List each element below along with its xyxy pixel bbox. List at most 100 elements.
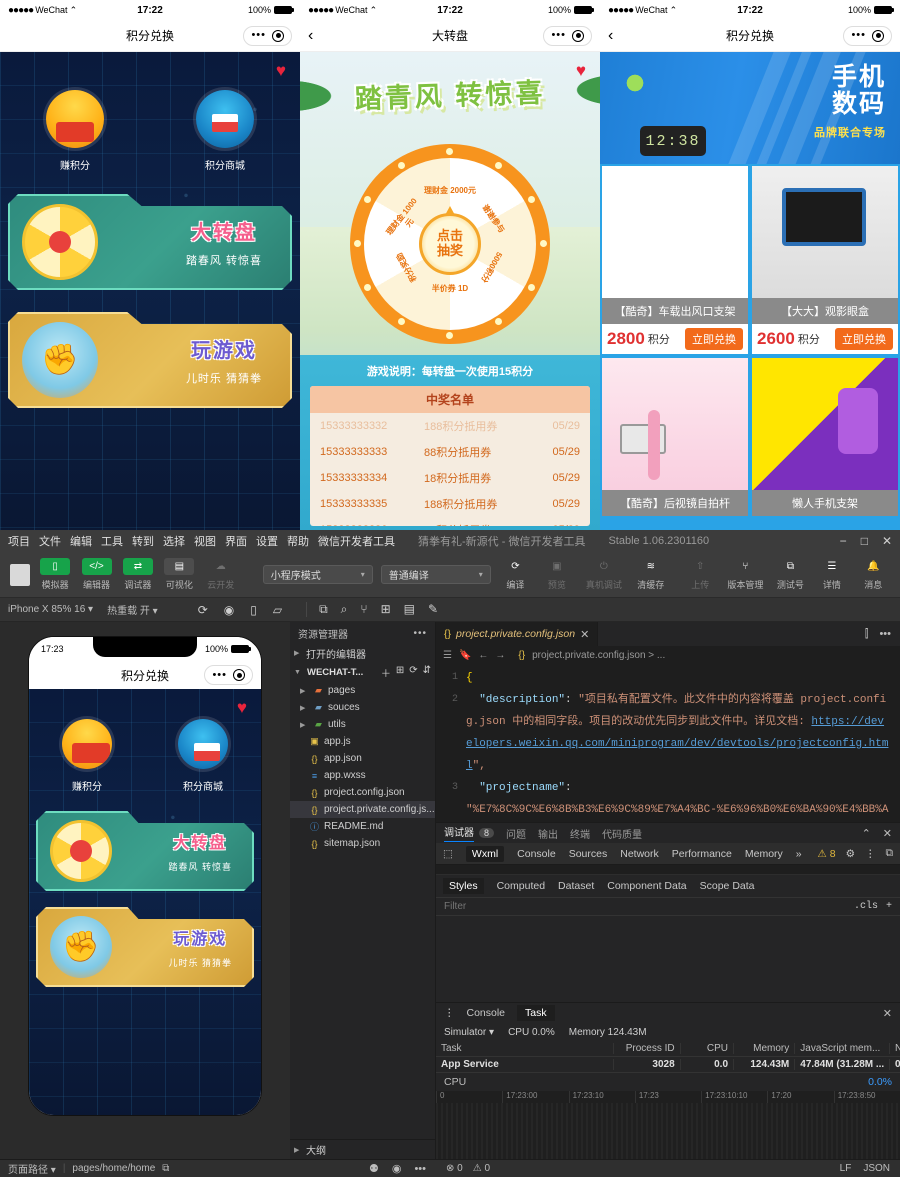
card-play-game[interactable]: 玩游戏 儿时乐 猜猜拳 xyxy=(8,312,292,408)
gear-icon[interactable]: ⚙ xyxy=(846,848,855,860)
menu-item-ui[interactable]: 界面 xyxy=(225,533,247,549)
toolbar-editor-toggle[interactable]: </> 编辑器 xyxy=(80,558,113,591)
toolbar-clearcache-button[interactable]: ≋ 清缓存 xyxy=(634,558,667,591)
card-play-game[interactable]: 玩游戏 儿时乐 猜猜拳 xyxy=(36,907,254,987)
split-icon[interactable]: ⫿ xyxy=(865,628,869,641)
forward-icon[interactable]: → xyxy=(495,650,505,661)
target-icon[interactable] xyxy=(233,669,245,681)
page-path-value[interactable]: pages/home/home xyxy=(72,1163,155,1174)
redeem-button[interactable]: 立即兑换 xyxy=(685,328,743,350)
wxml-tree-area[interactable] xyxy=(436,865,900,875)
tab-problems[interactable]: 问题 xyxy=(506,826,526,841)
phone-outline-icon[interactable]: ▯ xyxy=(250,603,257,617)
menu-item-devtools[interactable]: 微信开发者工具 xyxy=(318,533,395,549)
more-icon[interactable]: ••• xyxy=(414,1163,426,1175)
phone1-capsule-menu[interactable]: ••• xyxy=(243,26,292,46)
overflow-icon[interactable]: » xyxy=(796,848,802,860)
more-icon[interactable]: ••• xyxy=(251,30,266,41)
tab-component-data[interactable]: Component Data xyxy=(607,880,686,892)
toolbar-realdevice-button[interactable]: ⏻ 真机调试 xyxy=(582,558,627,591)
error-badge[interactable]: ⊗ 0 xyxy=(446,1163,463,1174)
warning-badge[interactable]: ⚠ 0 xyxy=(473,1163,490,1174)
product-card[interactable]: 【大大】观影眼盒 2600 积分 立即兑换 xyxy=(752,166,898,354)
more-icon[interactable]: ••• xyxy=(851,30,866,41)
target-icon[interactable] xyxy=(272,30,284,42)
tab-terminal[interactable]: 终端 xyxy=(570,826,590,841)
save-icon[interactable]: ▤ xyxy=(404,602,415,617)
hotreload-select[interactable]: 热重载 开 ▾ xyxy=(107,602,158,617)
product-card[interactable]: 懒人手机支架 xyxy=(752,358,898,516)
tab-network[interactable]: Network xyxy=(620,848,659,860)
toolbar-details-button[interactable]: ☰ 详情 xyxy=(815,558,848,591)
editor-tab[interactable]: {} project.private.config.json ✕ xyxy=(436,622,598,646)
eye-icon[interactable]: ◉ xyxy=(392,1162,402,1175)
branch-icon[interactable]: ⑂ xyxy=(360,602,367,617)
list-item[interactable]: ▶ ▰ souces xyxy=(290,699,435,716)
menu-item-select[interactable]: 选择 xyxy=(163,533,185,549)
new-file-icon[interactable]: ＋ xyxy=(381,665,391,680)
entry-points-mall[interactable]: 积分商城 xyxy=(145,719,261,793)
list-item[interactable]: ⓘ README.md xyxy=(290,818,435,835)
language-indicator[interactable]: JSON xyxy=(863,1163,890,1174)
tab-wxml[interactable]: Wxml xyxy=(466,846,504,862)
cls-button[interactable]: .cls xyxy=(854,901,878,912)
collapse-icon[interactable]: ⌃ xyxy=(862,827,871,840)
outline-section[interactable]: ▶ 大纲 xyxy=(290,1139,435,1159)
dock-icon[interactable]: ⧉ xyxy=(886,847,894,860)
list-item[interactable]: {} sitemap.json xyxy=(290,835,435,852)
tab-styles[interactable]: Styles xyxy=(443,878,484,894)
menu-item-view[interactable]: 视图 xyxy=(194,533,216,549)
lucky-wheel[interactable]: 理财金 2000元 谢谢参与 5000积分 半价券 1D 积分奖励 理财金 10… xyxy=(350,144,550,344)
window-icon[interactable]: ▱ xyxy=(273,603,282,617)
product-card[interactable]: 【酷奇】车载出风口支架 2800 积分 立即兑换 xyxy=(602,166,748,354)
list-item[interactable]: ≡ app.wxss xyxy=(290,767,435,784)
warning-badge[interactable]: ⚠ 8 xyxy=(817,848,835,860)
heart-icon[interactable]: ♥ xyxy=(276,61,286,81)
tab-scope-data[interactable]: Scope Data xyxy=(700,880,755,892)
rotate-icon[interactable]: ⟳ xyxy=(198,603,208,617)
toolbar-debugger-toggle[interactable]: ⇄ 调试器 xyxy=(121,558,154,591)
tab-computed[interactable]: Computed xyxy=(497,880,545,892)
toolbar-testid-button[interactable]: ⧉ 测试号 xyxy=(774,558,807,591)
close-icon[interactable]: ✕ xyxy=(882,534,892,548)
toolbar-messages-button[interactable]: 🔔 消息 xyxy=(857,558,890,591)
phone3-capsule-menu[interactable]: ••• xyxy=(843,26,892,46)
maximize-icon[interactable]: □ xyxy=(861,534,868,548)
outline-icon[interactable]: ☰ xyxy=(443,650,452,661)
menu-item-help[interactable]: 帮助 xyxy=(287,533,309,549)
tab-codequality[interactable]: 代码质量 xyxy=(602,826,642,841)
compile-select[interactable]: 普通编译 ▾ xyxy=(381,565,491,584)
avatar[interactable] xyxy=(10,564,30,586)
copy-icon[interactable]: ⧉ xyxy=(319,602,328,617)
card-lucky-wheel[interactable]: 大转盘 踏春风 转惊喜 xyxy=(8,194,292,290)
target-icon[interactable] xyxy=(872,30,884,42)
tab-memory[interactable]: Memory xyxy=(745,848,783,860)
toolbar-compile-button[interactable]: ⟳ 编译 xyxy=(499,558,532,591)
record-icon[interactable]: ◉ xyxy=(224,603,234,617)
entry-earn-points[interactable]: 赚积分 xyxy=(29,719,145,793)
close-icon[interactable]: ✕ xyxy=(580,628,589,641)
project-root[interactable]: ▼ WECHAT-T... ＋ ⊞ ⟳ ⇵ xyxy=(290,662,435,682)
toolbar-preview-button[interactable]: ▣ 预览 xyxy=(540,558,573,591)
refresh-icon[interactable]: ⟳ xyxy=(409,665,417,680)
inspect-icon[interactable]: ⬚ xyxy=(443,848,453,860)
collapse-icon[interactable]: ⇵ xyxy=(423,665,431,680)
kebab-icon[interactable]: ⋮ xyxy=(444,1007,455,1019)
close-icon[interactable]: ✕ xyxy=(883,1007,892,1020)
menu-item-file[interactable]: 文件 xyxy=(39,533,61,549)
list-item[interactable]: {} app.json xyxy=(290,750,435,767)
list-item-selected[interactable]: {} project.private.config.js... xyxy=(290,801,435,818)
code-editor[interactable]: 1 { 2 "description": "项目私有配置文件。此文件中的内容将覆… xyxy=(436,664,900,822)
more-icon[interactable]: ••• xyxy=(551,30,566,41)
wheel-spin-button[interactable]: 点击 抽奖 xyxy=(419,213,481,275)
kebab-icon[interactable]: ⋮ xyxy=(865,848,876,860)
tab-debugger[interactable]: 调试器 xyxy=(444,824,474,842)
card-lucky-wheel[interactable]: 大转盘 踏春风 转惊喜 xyxy=(36,811,254,891)
menu-item-project[interactable]: 项目 xyxy=(8,533,30,549)
task-source-select[interactable]: Simulator ▾ xyxy=(444,1027,494,1038)
mode-select[interactable]: 小程序模式 ▾ xyxy=(263,565,373,584)
more-icon[interactable]: ••• xyxy=(212,670,227,681)
open-editors-section[interactable]: ▶ 打开的编辑器 xyxy=(290,644,435,662)
entry-points-mall[interactable]: 积分商城 xyxy=(150,90,300,172)
bookmark-icon[interactable]: 🔖 xyxy=(459,650,471,661)
